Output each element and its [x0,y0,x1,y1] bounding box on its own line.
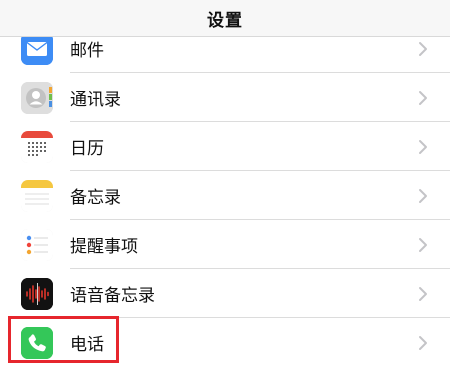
settings-row-notes[interactable]: 备忘录 [0,171,450,220]
calendar-icon [21,130,53,163]
chevron-right-icon [419,286,427,301]
settings-screen: 设置 邮件 通讯录 日历 备忘录 提醒事项 语音备忘录 电话 [0,0,450,368]
chevron-right-icon [419,237,427,252]
settings-row-reminders[interactable]: 提醒事项 [0,220,450,269]
settings-row-label: 提醒事项 [70,237,138,257]
chevron-right-icon [419,139,427,154]
settings-row-label: 语音备忘录 [70,286,155,306]
settings-row-voice-memos[interactable]: 语音备忘录 [0,269,450,318]
settings-row-calendar[interactable]: 日历 [0,122,450,171]
contacts-icon [21,81,53,114]
reminders-icon [21,228,53,261]
notes-icon [21,179,53,212]
mail-icon [21,32,53,65]
settings-row-label: 日历 [70,139,104,159]
chevron-right-icon [419,90,427,105]
settings-row-label: 备忘录 [70,188,121,208]
settings-row-contacts[interactable]: 通讯录 [0,73,450,122]
page-title: 设置 [207,10,243,31]
phone-highlight-box [8,316,119,363]
voice-memos-icon [21,277,53,310]
chevron-right-icon [419,41,427,56]
chevron-right-icon [419,335,427,350]
settings-row-label: 通讯录 [70,90,121,110]
chevron-right-icon [419,188,427,203]
settings-row-label: 邮件 [70,41,104,61]
navigation-bar: 设置 [0,0,450,37]
